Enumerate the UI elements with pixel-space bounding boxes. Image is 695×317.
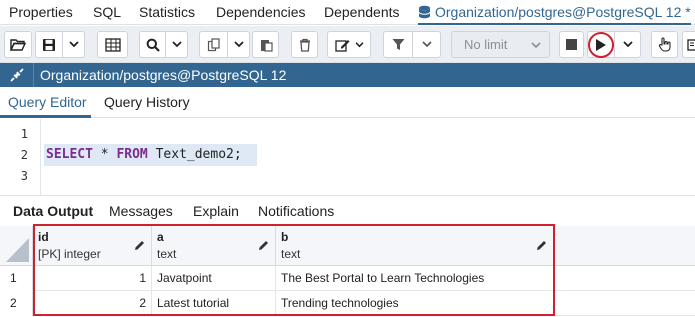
tab-properties[interactable]: Properties [9,0,73,25]
table-icon [104,37,121,52]
chevron-down-icon [233,41,244,48]
edit-grid-button[interactable] [97,31,128,58]
chevron-down-icon [68,41,79,48]
stop-icon [566,39,577,50]
editor-tab-bar: Query Editor Query History [0,88,695,118]
rollback-button[interactable] [682,31,695,58]
chevron-down-icon [622,41,633,48]
delete-button[interactable] [291,31,318,58]
hand-pointer-icon [658,37,671,52]
find-dropdown-button[interactable] [166,31,188,58]
line-number: 1 [20,127,28,141]
trash-icon [299,38,311,52]
tab-data-output[interactable]: Data Output [13,203,93,219]
connection-bar: Organization/postgres@PostgreSQL 12 [0,63,695,87]
connection-plug-icon[interactable] [9,67,25,86]
row-number[interactable]: 2 [0,291,33,316]
tab-query-tool-label: Organization/postgres@PostgreSQL 12 * [435,4,691,20]
copy-dropdown-button[interactable] [228,31,250,58]
find-button[interactable] [139,31,166,58]
panel-tab-bar: Properties SQL Statistics Dependencies D… [0,0,695,25]
commit-button[interactable] [651,31,678,58]
tab-explain[interactable]: Explain [193,203,239,219]
tab-query-tool[interactable]: Organization/postgres@PostgreSQL 12 * [418,0,691,25]
tab-dependencies[interactable]: Dependencies [216,0,306,25]
select-all-corner[interactable] [0,226,33,266]
execute-dropdown-button[interactable] [615,31,641,58]
connection-divider [33,63,34,87]
document-icon [687,38,695,51]
save-button[interactable] [35,31,63,58]
edit-icon [334,38,351,52]
tab-query-editor[interactable]: Query Editor [8,94,87,110]
line-number: 3 [20,169,28,183]
output-tab-bar: Data Output Messages Explain Notificatio… [0,195,695,226]
sql-query-line[interactable]: SELECT * FROM Text_demo2; [46,147,242,162]
chevron-down-icon [171,41,182,48]
results-highlight-box [33,224,555,316]
line-number: 2 [20,148,28,162]
database-icon [418,2,431,26]
copy-button[interactable] [199,31,228,58]
floppy-disk-icon [42,38,56,52]
copy-icon [207,37,221,52]
paste-icon [259,38,273,52]
row-limit-select[interactable]: No limit [451,31,550,58]
row-number[interactable]: 1 [0,266,33,291]
paste-button[interactable] [252,31,279,58]
row-limit-value: No limit [464,37,508,52]
sql-keyword: FROM [116,147,148,162]
filter-dropdown-button[interactable] [413,31,441,58]
active-tab-underline [0,115,91,118]
open-file-button[interactable] [4,31,32,58]
tab-sql[interactable]: SQL [93,0,121,25]
folder-open-icon [10,38,26,52]
tab-dependents[interactable]: Dependents [324,0,400,25]
chevron-down-icon [421,41,432,48]
edit-dropdown-button[interactable] [327,31,371,58]
chevron-down-icon [355,41,364,48]
filter-button[interactable] [383,31,413,58]
tab-messages[interactable]: Messages [109,203,173,219]
chevron-down-icon [531,32,541,57]
sql-keyword: SELECT [46,147,93,162]
tab-statistics[interactable]: Statistics [139,0,195,25]
tab-notifications[interactable]: Notifications [258,203,334,219]
execute-highlight-circle [588,32,614,58]
tab-query-history[interactable]: Query History [104,94,190,110]
stop-button[interactable] [559,31,584,58]
connection-label: Organization/postgres@PostgreSQL 12 [40,67,287,83]
sql-token: Text_demo2; [147,147,242,162]
search-icon [146,38,160,52]
filter-icon [392,38,405,51]
line-number-gutter: 1 2 3 [0,119,41,195]
sql-token: * [92,147,117,162]
save-dropdown-button[interactable] [63,31,85,58]
